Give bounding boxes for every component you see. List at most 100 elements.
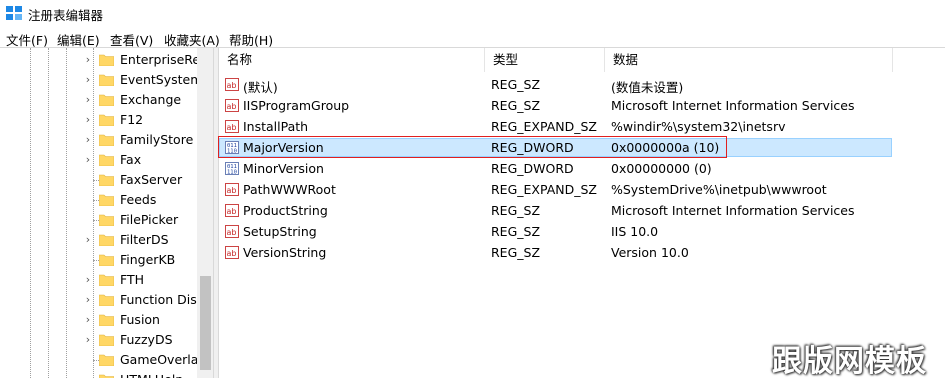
svg-text:110: 110 [227, 170, 237, 176]
tree-item-label: FuzzyDS [120, 332, 173, 347]
value-name: IISProgramGroup [243, 98, 350, 113]
chevron-right-icon[interactable]: › [82, 92, 94, 108]
folder-icon [99, 54, 114, 66]
tree-item-label: HTMLHelp [120, 372, 183, 378]
tree-item[interactable]: › FTH [0, 270, 200, 290]
folder-icon [99, 354, 114, 366]
value-type: REG_SZ [491, 224, 541, 239]
tree-item[interactable]: › Fax [0, 150, 200, 170]
folder-icon [99, 114, 114, 126]
chevron-right-icon[interactable]: › [82, 152, 94, 168]
svg-text:ab: ab [227, 123, 237, 132]
folder-icon [99, 274, 114, 286]
tree-item-label: EnterpriseRes [120, 52, 207, 67]
value-name: ProductString [243, 203, 328, 218]
tree-item-label: FingerKB [120, 252, 176, 267]
folder-icon [99, 374, 114, 378]
chevron-right-icon[interactable]: › [82, 332, 94, 348]
value-data: IIS 10.0 [611, 224, 659, 239]
value-name: SetupString [243, 224, 317, 239]
value-type: REG_SZ [491, 77, 541, 92]
tree-item[interactable]: GameOverlay [0, 350, 206, 370]
chevron-right-icon[interactable]: › [82, 292, 94, 308]
chevron-right-icon[interactable]: › [82, 112, 94, 128]
tree-item[interactable]: FaxServer [0, 170, 200, 190]
list-row[interactable]: ab ProductString REG_SZ Microsoft Intern… [219, 201, 945, 222]
value-name: (默认) [243, 80, 278, 95]
list-row[interactable]: ab SetupString REG_SZ IIS 10.0 [219, 222, 945, 243]
tree-item-label: F12 [120, 112, 144, 127]
window-title: 注册表编辑器 [28, 8, 104, 23]
chevron-right-icon[interactable]: › [82, 272, 94, 288]
list-row[interactable]: ab VersionString REG_SZ Version 10.0 [219, 243, 945, 264]
folder-icon [99, 74, 114, 86]
value-data: (数值未设置) [611, 80, 684, 95]
tree-item-label: Fax [120, 152, 142, 167]
folder-icon [99, 234, 114, 246]
tree-item-label: FilterDS [120, 232, 169, 247]
tree-item[interactable]: › Function Disco [0, 290, 211, 310]
value-name: PathWWWRoot [243, 182, 336, 197]
column-header-name[interactable]: 名称 [219, 48, 485, 72]
chevron-right-icon[interactable]: › [82, 312, 94, 328]
tree-item[interactable]: FingerKB [0, 250, 200, 270]
value-type: REG_SZ [491, 245, 541, 260]
folder-icon [99, 194, 114, 206]
string-value-icon: ab [225, 99, 239, 112]
list-row[interactable]: ab IISProgramGroup REG_SZ Microsoft Inte… [219, 96, 945, 117]
tree-item[interactable]: Feeds [0, 190, 200, 210]
tree-item[interactable]: › FilterDS [0, 230, 200, 250]
value-data: Version 10.0 [611, 245, 689, 260]
tree-item[interactable]: › EventSystem [0, 70, 203, 90]
tree-item[interactable]: FilePicker [0, 210, 200, 230]
value-type: REG_DWORD [491, 161, 574, 176]
regedit-icon [6, 6, 22, 20]
tree-item[interactable]: › Exchange [0, 90, 200, 110]
tree-item-label: Exchange [120, 92, 182, 107]
value-data: %SystemDrive%\inetpub\wwwroot [611, 182, 827, 197]
tree-item[interactable]: › EnterpriseRes [0, 50, 207, 70]
list-row[interactable]: ab PathWWWRoot REG_EXPAND_SZ %SystemDriv… [219, 180, 945, 201]
string-value-icon: ab [225, 120, 239, 133]
list-row[interactable]: ab (默认) REG_SZ (数值未设置) [219, 75, 945, 96]
key-tree[interactable]: › EnterpriseRes › EventSystem › Exchange › … [0, 48, 213, 378]
folder-icon [99, 94, 114, 106]
list-header: 名称 类型 数据 [219, 48, 945, 72]
tree-item[interactable]: › F12 [0, 110, 200, 130]
tree-item[interactable]: › FamilyStore [0, 130, 200, 150]
value-data: 0x00000000 (0) [611, 161, 712, 176]
string-value-icon: ab [225, 204, 239, 217]
value-data: Microsoft Internet Information Services [611, 203, 855, 218]
tree-item[interactable]: › FuzzyDS [0, 330, 200, 350]
tree-item-label: GameOverlay [120, 352, 206, 367]
tree-item[interactable]: › Fusion [0, 310, 200, 330]
list-row[interactable]: 011 110 MajorVersion REG_DWORD 0x0000000… [219, 138, 945, 159]
tree-item-label: FamilyStore [120, 132, 194, 147]
chevron-right-icon[interactable]: › [82, 72, 94, 88]
chevron-right-icon[interactable]: › [82, 132, 94, 148]
svg-text:ab: ab [227, 102, 237, 111]
chevron-right-icon[interactable]: › [82, 52, 94, 68]
value-list: 名称 类型 数据 ab (默认) REG_SZ (数值未设置) ab IISPr… [219, 48, 945, 378]
list-row[interactable]: ab InstallPath REG_EXPAND_SZ %windir%\sy… [219, 117, 945, 138]
value-name: InstallPath [243, 119, 309, 134]
tree-item-label: FTH [120, 272, 145, 287]
list-row[interactable]: 011 110 MinorVersion REG_DWORD 0x0000000… [219, 159, 945, 180]
value-data: Microsoft Internet Information Services [611, 98, 855, 113]
column-header-type[interactable]: 类型 [485, 48, 605, 72]
menu-bar: 文件(F) 编辑(E) 查看(V) 收藏夹(A) 帮助(H) [0, 27, 945, 48]
column-header-data[interactable]: 数据 [605, 48, 893, 72]
folder-icon [99, 214, 114, 226]
tree-item-label: FilePicker [120, 212, 179, 227]
folder-icon [99, 174, 114, 186]
string-value-icon: ab [225, 225, 239, 238]
value-data: %windir%\system32\inetsrv [611, 119, 786, 134]
binary-value-icon: 011 110 [225, 162, 239, 175]
tree-item-label: EventSystem [120, 72, 203, 87]
tree-scrollbar-thumb[interactable] [200, 276, 211, 370]
folder-icon [99, 294, 114, 306]
string-value-icon: ab [225, 78, 239, 91]
folder-icon [99, 134, 114, 146]
value-type: REG_EXPAND_SZ [491, 119, 597, 134]
chevron-right-icon[interactable]: › [82, 232, 94, 248]
